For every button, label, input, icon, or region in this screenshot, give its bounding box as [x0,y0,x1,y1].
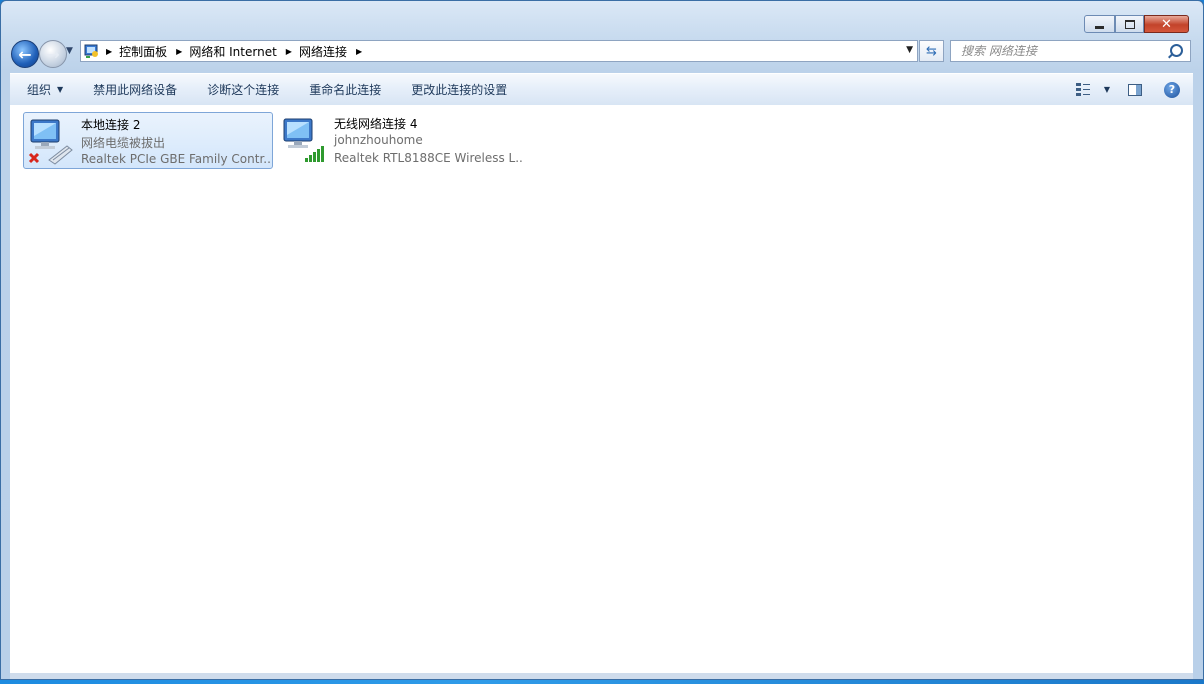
diagnose-connection-button[interactable]: 诊断这个连接 [192,74,294,105]
maximize-button[interactable] [1115,15,1144,33]
organize-menu[interactable]: 组织 ▼ [10,74,78,105]
minimize-icon [1095,25,1104,29]
recent-pages-dropdown[interactable]: ▼ [66,46,73,56]
connection-name: 无线网络连接 4 [334,117,418,131]
breadcrumb-separator[interactable]: ▶ [356,47,362,56]
maximize-icon [1124,19,1135,29]
chevron-down-icon: ▼ [57,85,64,94]
forward-button[interactable]: → [39,40,67,68]
search-box[interactable] [950,40,1191,62]
organize-label: 组织 [27,83,52,97]
connection-status: johnzhouhome [334,133,423,147]
connection-device: Realtek PCIe GBE Family Contr... [81,152,271,166]
connections-list: 本地连接 2 网络电缆被拔出 Realtek PCIe GBE Family C… [10,105,1193,673]
address-history-dropdown[interactable]: ▼ [906,45,913,55]
refresh-icon: ⇆ [926,43,937,59]
arrow-right-icon: → [46,44,60,64]
arrow-left-icon: ← [18,44,32,64]
refresh-button[interactable]: ⇆ [919,40,944,62]
connection-status: 网络电缆被拔出 [81,136,166,150]
connection-name: 本地连接 2 [81,118,141,132]
caption-buttons: ✕ [1084,15,1189,33]
wired-network-icon [27,116,75,166]
wireless-network-icon [280,115,328,165]
rename-connection-button[interactable]: 重命名此连接 [294,74,396,105]
breadcrumb-network-internet[interactable]: 网络和 Internet [189,43,276,60]
breadcrumb-separator[interactable]: ▶ [286,47,292,56]
change-settings-button[interactable]: 更改此连接的设置 [396,74,522,105]
breadcrumb-network-connections[interactable]: 网络连接 [299,43,347,60]
close-button[interactable]: ✕ [1144,15,1189,33]
view-options-dropdown[interactable]: ▼ [1104,85,1110,94]
search-icon[interactable] [1170,44,1183,57]
breadcrumb-control-panel[interactable]: 控制面板 [119,43,167,60]
connection-device: Realtek RTL8188CE Wireless L... [334,151,524,165]
breadcrumb-separator[interactable]: ▶ [176,47,182,56]
change-view-icon[interactable] [1075,82,1090,97]
minimize-button[interactable] [1084,15,1115,33]
preview-pane-icon[interactable] [1128,83,1142,96]
control-panel-icon [84,43,100,59]
explorer-window: ✕ ← → ▼ ▶ 控制面板 ▶ 网络和 Internet ▶ 网络连接 ▶ ▼… [0,0,1204,680]
disable-device-button[interactable]: 禁用此网络设备 [78,74,192,105]
connection-item-wireless[interactable]: 无线网络连接 4 johnzhouhome Realtek RTL8188CE … [277,112,527,169]
help-icon[interactable]: ? [1164,81,1180,98]
search-input[interactable] [959,43,1168,59]
command-bar: 组织 ▼ 禁用此网络设备 诊断这个连接 重命名此连接 更改此连接的设置 ▼ ? [10,73,1193,106]
breadcrumb-separator[interactable]: ▶ [106,47,112,56]
command-bar-right: ▼ ? [1075,74,1193,105]
back-button[interactable]: ← [11,40,39,68]
address-bar[interactable]: ▶ 控制面板 ▶ 网络和 Internet ▶ 网络连接 ▶ ▼ [80,40,918,62]
window-bottom-border [10,673,1193,679]
connection-item-local[interactable]: 本地连接 2 网络电缆被拔出 Realtek PCIe GBE Family C… [23,112,273,169]
